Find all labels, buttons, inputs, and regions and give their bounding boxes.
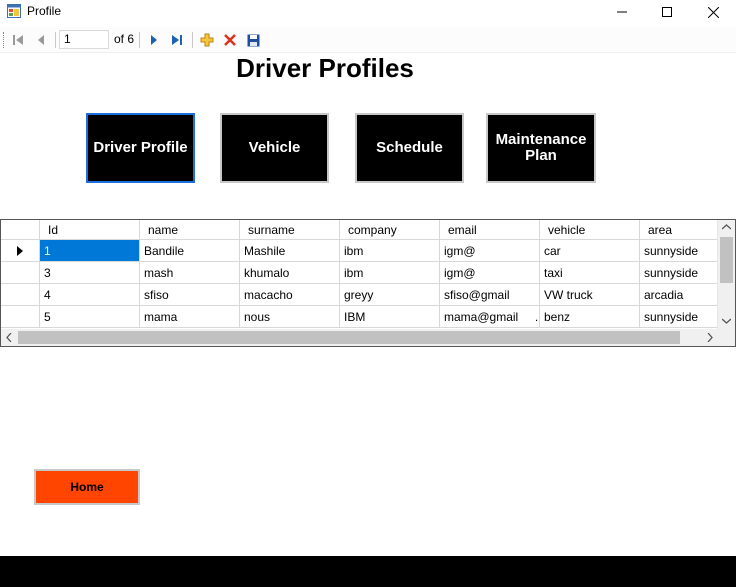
table-cell[interactable]: 4 — [40, 284, 140, 306]
position-input[interactable]: 1 — [59, 30, 109, 49]
table-cell[interactable]: macacho — [240, 284, 340, 306]
column-header[interactable]: Id — [40, 220, 140, 240]
move-last-button[interactable] — [168, 31, 186, 49]
table-cell[interactable]: mash — [140, 262, 240, 284]
table-cell[interactable]: greyy — [340, 284, 440, 306]
table-cell[interactable]: 5 — [40, 306, 140, 328]
move-next-button[interactable] — [145, 31, 163, 49]
binding-navigator: 1 of 6 — [0, 27, 736, 53]
move-first-icon — [13, 35, 23, 45]
app-form-icon — [7, 4, 21, 18]
table-cell[interactable]: igm@ — [440, 240, 540, 262]
vertical-scroll-thumb[interactable] — [720, 237, 733, 283]
move-previous-icon — [38, 35, 44, 45]
row-header[interactable] — [1, 284, 40, 306]
current-row-indicator-icon — [17, 245, 23, 256]
add-new-button[interactable] — [198, 31, 216, 49]
table-cell[interactable]: sfiso — [140, 284, 240, 306]
table-cell[interactable]: sunnyside — [640, 262, 720, 284]
toolstrip-separator — [139, 32, 140, 48]
table-cell[interactable]: mama@gmail ... — [440, 306, 540, 328]
page-title: Driver Profiles — [236, 53, 414, 83]
move-previous-button[interactable] — [32, 31, 50, 49]
column-header[interactable]: email — [440, 220, 540, 240]
table-cell[interactable]: sunnyside — [640, 306, 720, 328]
move-last-icon — [172, 35, 182, 45]
table-cell[interactable]: car — [540, 240, 640, 262]
table-cell[interactable]: nous — [240, 306, 340, 328]
count-label: of 6 — [114, 32, 135, 46]
table-cell[interactable]: sunnyside — [640, 240, 720, 262]
table-cell[interactable]: IBM — [340, 306, 440, 328]
table-cell[interactable]: 3 — [40, 262, 140, 284]
vehicle-button[interactable]: Vehicle — [220, 113, 329, 183]
taskbar — [0, 556, 736, 587]
toolstrip-separator — [192, 32, 193, 48]
maintenance-plan-button[interactable]: Maintenance Plan — [486, 113, 596, 183]
column-header[interactable]: surname — [240, 220, 340, 240]
scroll-up-icon[interactable] — [722, 224, 731, 230]
table-row[interactable]: 3 mash khumalo ibm igm@ taxi sunnyside — [1, 262, 720, 284]
add-icon — [200, 33, 214, 47]
driver-profiles-grid[interactable]: Id name surname company email vehicle ar… — [0, 219, 736, 347]
delete-icon — [224, 34, 236, 46]
row-header[interactable] — [1, 240, 40, 262]
scroll-right-icon[interactable] — [707, 333, 713, 342]
scrollbar-corner — [718, 329, 735, 346]
table-cell[interactable]: igm@ — [440, 262, 540, 284]
table-cell[interactable]: arcadia — [640, 284, 720, 306]
horizontal-scrollbar[interactable] — [1, 329, 719, 346]
scroll-left-icon[interactable] — [6, 333, 12, 342]
column-header[interactable]: vehicle — [540, 220, 640, 240]
row-header-corner[interactable] — [1, 220, 40, 240]
table-row[interactable]: 1 Bandile Mashile ibm igm@ car sunnyside — [1, 240, 720, 262]
column-header[interactable]: name — [140, 220, 240, 240]
move-next-icon — [151, 35, 157, 45]
scroll-down-icon[interactable] — [722, 318, 731, 324]
toolstrip-separator — [55, 32, 56, 48]
maximize-button[interactable] — [644, 0, 690, 24]
minimize-icon — [617, 11, 627, 13]
close-button[interactable] — [690, 0, 736, 24]
row-header[interactable] — [1, 262, 40, 284]
title-bar: Profile — [0, 0, 736, 24]
table-cell[interactable]: VW truck — [540, 284, 640, 306]
table-cell[interactable]: sfiso@gmail — [440, 284, 540, 306]
toolstrip-grip[interactable] — [3, 32, 7, 48]
save-icon — [247, 34, 259, 46]
close-icon — [707, 6, 719, 18]
table-cell[interactable]: ibm — [340, 240, 440, 262]
table-cell[interactable]: ibm — [340, 262, 440, 284]
grid-header-row: Id name surname company email vehicle ar… — [1, 220, 720, 240]
schedule-button[interactable]: Schedule — [355, 113, 464, 183]
table-cell[interactable]: khumalo — [240, 262, 340, 284]
delete-button[interactable] — [221, 31, 239, 49]
table-row[interactable]: 4 sfiso macacho greyy sfiso@gmail VW tru… — [1, 284, 720, 306]
maximize-icon — [662, 7, 672, 17]
table-cell[interactable]: taxi — [540, 262, 640, 284]
column-header[interactable]: area — [640, 220, 720, 240]
table-cell[interactable]: benz — [540, 306, 640, 328]
row-header[interactable] — [1, 306, 40, 328]
vertical-scrollbar[interactable] — [717, 220, 735, 330]
move-first-button[interactable] — [9, 31, 27, 49]
table-row[interactable]: 5 mama nous IBM mama@gmail ... benz sunn… — [1, 306, 720, 328]
minimize-button[interactable] — [599, 0, 645, 24]
horizontal-scroll-thumb[interactable] — [18, 331, 680, 344]
window-title: Profile — [27, 4, 62, 18]
column-header[interactable]: company — [340, 220, 440, 240]
table-cell[interactable]: Bandile — [140, 240, 240, 262]
save-button[interactable] — [244, 31, 262, 49]
table-cell[interactable]: Mashile — [240, 240, 340, 262]
home-button[interactable]: Home — [34, 469, 140, 505]
table-cell[interactable]: 1 — [40, 240, 140, 262]
table-cell[interactable]: mama — [140, 306, 240, 328]
driver-profile-button[interactable]: Driver Profile — [86, 113, 195, 183]
